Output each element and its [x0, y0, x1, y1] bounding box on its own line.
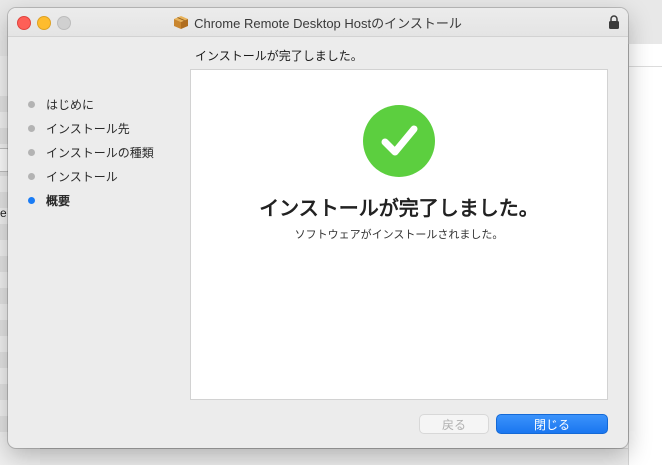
step-dot-active-icon: [28, 196, 35, 204]
step-label: はじめに: [46, 97, 95, 112]
step-installation-type: インストールの種類: [28, 140, 154, 164]
window-title: Chrome Remote Desktop Hostのインストール: [194, 15, 462, 31]
step-installation: インストール: [28, 164, 154, 188]
step-dot-icon: [28, 148, 35, 156]
title-bar[interactable]: Chrome Remote Desktop Hostのインストール: [8, 8, 628, 37]
package-icon: [174, 15, 189, 29]
content-pane: インストールが完了しました。 ソフトウェアがインストールされました。: [190, 69, 608, 400]
step-dot-icon: [28, 172, 35, 180]
step-dot-icon: [28, 100, 35, 108]
pane-heading: インストールが完了しました。: [195, 49, 363, 63]
step-destination: インストール先: [28, 116, 154, 140]
lock-icon: [609, 15, 619, 29]
checkmark-circle-icon: [363, 105, 435, 177]
step-introduction: はじめに: [28, 92, 154, 116]
step-label: インストール先: [46, 121, 130, 136]
step-label: 概要: [46, 193, 71, 208]
back-button: 戻る: [419, 414, 489, 434]
step-summary: 概要: [28, 188, 154, 212]
success-message: ソフトウェアがインストールされました。: [294, 229, 504, 241]
installer-steps: はじめに インストール先 インストールの種類 インストール 概要: [28, 92, 154, 212]
background-window-text: e: [0, 206, 7, 220]
close-button[interactable]: 閉じる: [496, 414, 608, 434]
success-title: インストールが完了しました。: [259, 198, 539, 220]
step-label: インストールの種類: [46, 145, 154, 160]
background-window-footer: [40, 448, 628, 465]
installer-window: Chrome Remote Desktop Hostのインストール インストール…: [8, 8, 628, 448]
background-window-panel: [628, 44, 662, 465]
step-label: インストール: [46, 169, 118, 184]
step-dot-icon: [28, 124, 35, 132]
